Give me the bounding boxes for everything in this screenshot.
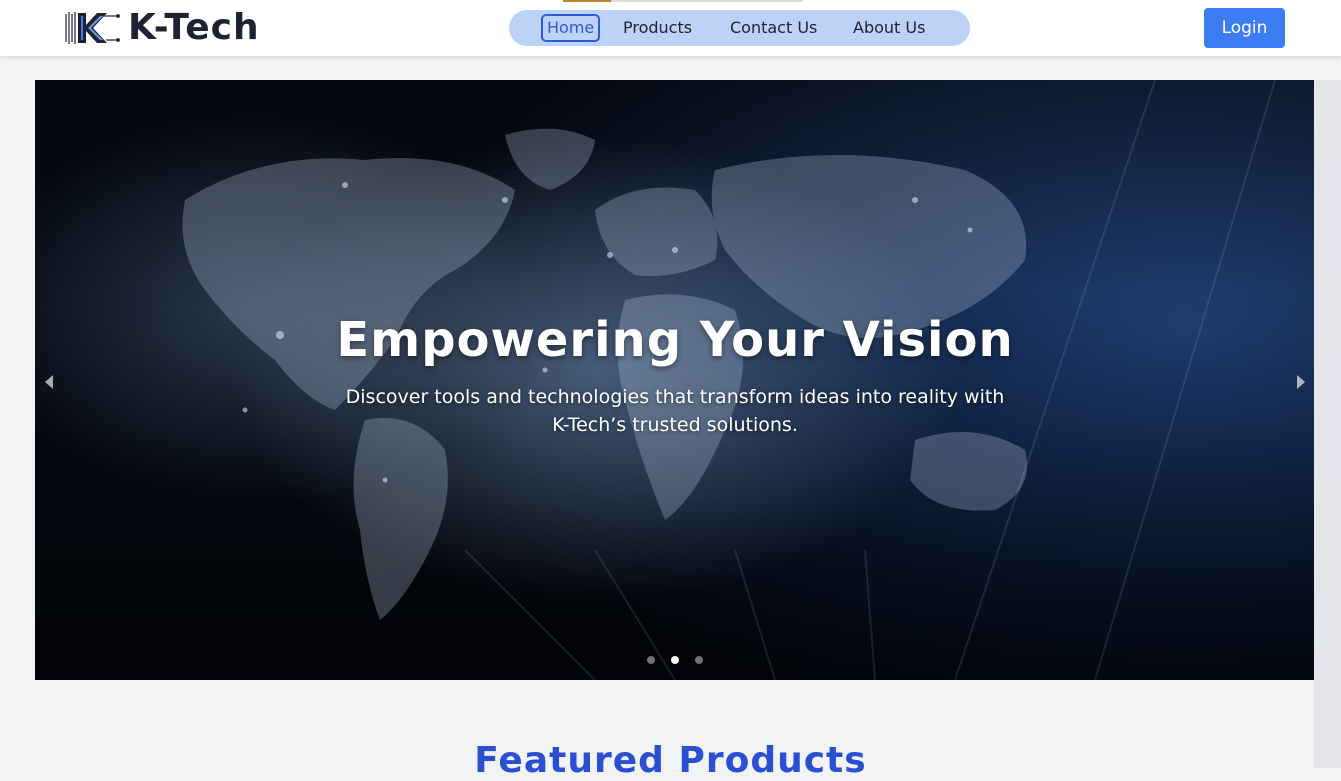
brand-name: K-Tech bbox=[128, 7, 260, 48]
world-map-background-image bbox=[182, 80, 1276, 680]
main-nav: Home Products Contact Us About Us bbox=[509, 10, 970, 46]
nav-link-home[interactable]: Home bbox=[541, 14, 601, 42]
nav-link-products[interactable]: Products bbox=[623, 14, 692, 42]
nav-link-contact-us[interactable]: Contact Us bbox=[730, 14, 817, 42]
nav-link-about-us[interactable]: About Us bbox=[853, 14, 925, 42]
top-accent-strip bbox=[563, 0, 803, 2]
hero-subtitle: Discover tools and technologies that tra… bbox=[345, 386, 1005, 436]
circuit-k-logo-icon bbox=[64, 10, 120, 46]
caret-right-icon bbox=[1297, 375, 1305, 389]
caret-left-icon bbox=[45, 375, 53, 389]
brand-logo[interactable]: K-Tech bbox=[64, 9, 260, 47]
page-edge-panel bbox=[1314, 80, 1341, 768]
carousel-prev-button[interactable] bbox=[39, 372, 59, 392]
hero-title: Empowering Your Vision bbox=[336, 312, 1014, 368]
featured-products-heading: Featured Products bbox=[474, 740, 867, 781]
login-button[interactable]: Login bbox=[1204, 8, 1285, 48]
carousel-indicators bbox=[644, 655, 706, 665]
carousel-next-button[interactable] bbox=[1291, 372, 1311, 392]
carousel-dot-1[interactable] bbox=[647, 656, 655, 664]
carousel-dot-3[interactable] bbox=[695, 656, 703, 664]
site-header: K-Tech Home Products Contact Us About Us… bbox=[0, 0, 1341, 56]
carousel-dot-2[interactable] bbox=[671, 656, 679, 664]
hero-carousel: Empowering Your Vision Discover tools an… bbox=[35, 80, 1315, 680]
